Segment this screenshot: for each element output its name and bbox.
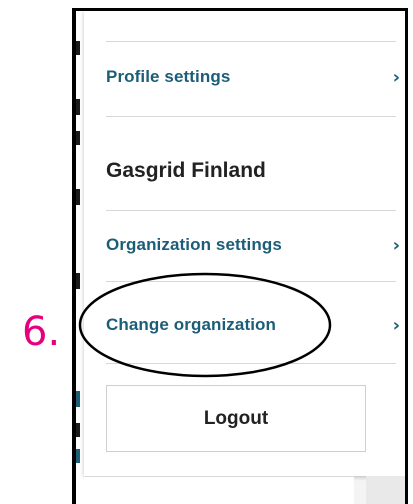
logout-button[interactable]: Logout [106, 385, 366, 452]
background-text-fragment [76, 449, 80, 463]
background-page-edge [76, 11, 84, 504]
screenshot-frame: Profile settings › Gasgrid Finland Organ… [72, 8, 408, 504]
menu-divider [106, 41, 396, 42]
menu-item-label: Profile settings [106, 67, 231, 86]
chevron-right-icon: › [392, 314, 400, 336]
organization-name: Gasgrid Finland [106, 159, 266, 182]
menu-item-label: Change organization [106, 315, 277, 334]
menu-item-change-organization[interactable]: Change organization › [106, 305, 405, 345]
background-text-fragment [76, 189, 80, 205]
background-text-fragment [76, 131, 80, 145]
menu-divider [106, 363, 396, 364]
background-text-fragment [76, 273, 80, 289]
background-bottom-bar-right [366, 476, 405, 504]
menu-item-profile-settings[interactable]: Profile settings › [106, 57, 405, 97]
chevron-right-icon: › [392, 234, 400, 256]
menu-item-organization-settings[interactable]: Organization settings › [106, 225, 405, 265]
chevron-right-icon: › [392, 66, 400, 88]
step-number-label: 6. [22, 309, 61, 355]
background-text-fragment [76, 99, 80, 115]
background-text-fragment [76, 423, 80, 437]
menu-item-label: Organization settings [106, 235, 282, 254]
background-text-fragment [76, 41, 80, 55]
background-bottom-bar [84, 476, 354, 504]
user-menu-dropdown: Profile settings › Gasgrid Finland Organ… [84, 11, 405, 476]
menu-divider [106, 281, 396, 282]
background-text-fragment [76, 391, 80, 407]
menu-divider [106, 210, 396, 211]
menu-divider [106, 116, 396, 117]
